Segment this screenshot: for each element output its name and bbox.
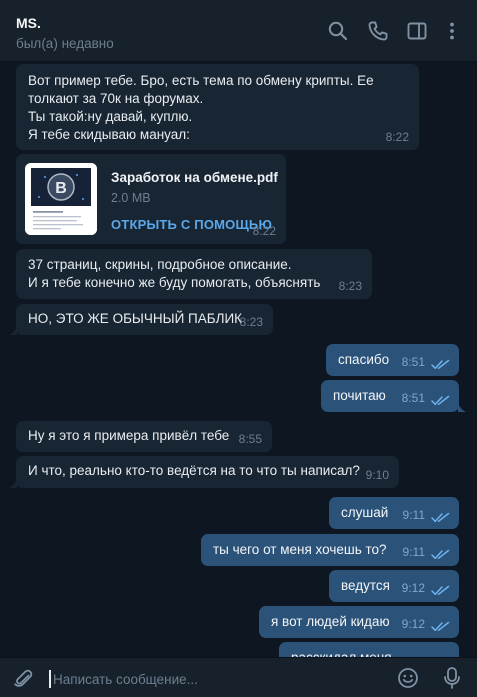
open-with-button[interactable]: ОТКРЫТЬ С ПОМОЩЬЮ (111, 216, 272, 234)
message-file[interactable]: B Заработок на обмене.pdf 2.0 MB ОТКРЫТЬ… (16, 154, 286, 244)
message-time: 9:12 (401, 617, 425, 631)
message-outgoing[interactable]: ты чего от меня хочешь то? 9:11 (201, 534, 459, 566)
message-outgoing[interactable]: слушай 9:11 (329, 497, 459, 529)
message-incoming[interactable]: Вот пример тебе. Бро, есть тема по обмен… (16, 64, 419, 150)
file-size: 2.0 MB (111, 191, 151, 205)
svg-text:B: B (55, 180, 67, 197)
message-outgoing[interactable]: спасибо 8:51 (326, 344, 459, 376)
sidebar-toggle-icon[interactable] (406, 20, 428, 42)
message-time: 9:12 (401, 581, 425, 595)
message-input[interactable]: Написать сообщение... (53, 672, 198, 687)
file-name[interactable]: Заработок на обмене.pdf (111, 169, 278, 187)
message-text: НО, ЭТО ЖЕ ОБЫЧНЫЙ ПАБЛИК (28, 311, 243, 326)
message-text: И что, реально кто-то ведётся на то что … (28, 463, 360, 478)
message-outgoing[interactable]: я вот людей кидаю 9:12 (259, 606, 459, 638)
message-time: 8:51 (401, 391, 425, 405)
bubble-tail (9, 325, 17, 335)
double-check-icon (431, 549, 450, 560)
message-time: 8:55 (238, 432, 262, 446)
message-text: Ну я это я примера привёл тебе (28, 428, 230, 443)
chat-header: MS. был(а) недавно (0, 0, 477, 62)
message-time: 8:22 (252, 224, 276, 238)
microphone-icon[interactable] (442, 666, 462, 690)
message-text: почитаю (333, 388, 386, 403)
message-incoming[interactable]: Ну я это я примера привёл тебе 8:55 (16, 421, 272, 452)
message-outgoing[interactable]: почитаю 8:51 (321, 380, 466, 412)
message-time: 8:22 (385, 130, 409, 144)
message-incoming[interactable]: НО, ЭТО ЖЕ ОБЫЧНЫЙ ПАБЛИК 8:23 (9, 304, 273, 335)
message-time: 8:23 (338, 279, 362, 293)
contact-status: был(а) недавно (16, 36, 114, 51)
paperclip-icon[interactable] (12, 667, 34, 689)
message-text: 37 страниц, скрины, подробное описание. … (28, 257, 321, 290)
contact-name[interactable]: MS. (16, 15, 41, 31)
text-caret (49, 670, 51, 688)
bubble-tail (9, 478, 17, 488)
message-text: расскидал меня (291, 649, 447, 657)
message-text: Вот пример тебе. Бро, есть тема по обмен… (28, 73, 374, 142)
double-check-icon (431, 359, 450, 370)
message-time: 9:11 (402, 508, 425, 522)
double-check-icon (431, 395, 450, 406)
pdf-thumbnail[interactable]: B (25, 163, 97, 235)
message-time: 8:51 (401, 355, 425, 369)
search-icon[interactable] (327, 20, 349, 42)
message-time: 8:23 (239, 315, 263, 329)
phone-icon[interactable] (367, 20, 389, 42)
double-check-icon (431, 512, 450, 523)
message-list[interactable]: Вот пример тебе. Бро, есть тема по обмен… (0, 62, 477, 657)
double-check-icon (431, 585, 450, 596)
more-vertical-icon[interactable] (441, 20, 463, 42)
message-time: 9:10 (365, 468, 389, 482)
message-incoming[interactable]: 37 страниц, скрины, подробное описание. … (16, 249, 372, 299)
message-incoming[interactable]: И что, реально кто-то ведётся на то что … (9, 456, 399, 488)
message-time: 9:11 (402, 545, 425, 559)
message-outgoing[interactable]: ведутся 9:12 (329, 570, 459, 602)
bubble-tail (458, 402, 466, 412)
message-composer: Написать сообщение... (0, 657, 477, 697)
double-check-icon (431, 621, 450, 632)
emoji-icon[interactable] (397, 667, 419, 689)
message-outgoing[interactable]: расскидал меня (279, 642, 459, 657)
